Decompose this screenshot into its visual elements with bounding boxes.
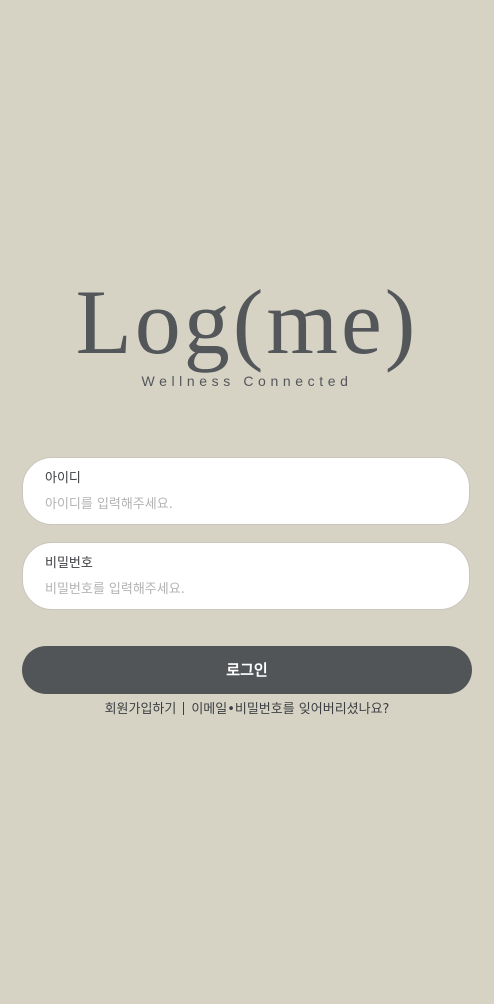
password-field[interactable]: 비밀번호: [22, 542, 470, 610]
link-divider: [183, 702, 185, 715]
footer-links: 회원가입하기 이메일•비밀번호를 잊어버리셨나요?: [0, 701, 494, 719]
app-tagline: Wellness Connected: [141, 373, 353, 389]
id-field[interactable]: 아이디: [22, 457, 470, 525]
login-button[interactable]: 로그인: [22, 646, 472, 694]
forgot-credentials-link[interactable]: 이메일•비밀번호를 잊어버리셨나요?: [191, 702, 389, 717]
password-input[interactable]: [45, 579, 445, 599]
id-field-label: 아이디: [45, 471, 81, 486]
signup-link[interactable]: 회원가입하기: [105, 702, 177, 717]
id-input[interactable]: [45, 494, 445, 514]
password-field-label: 비밀번호: [45, 556, 93, 571]
app-logo: Log(me): [75, 271, 419, 373]
